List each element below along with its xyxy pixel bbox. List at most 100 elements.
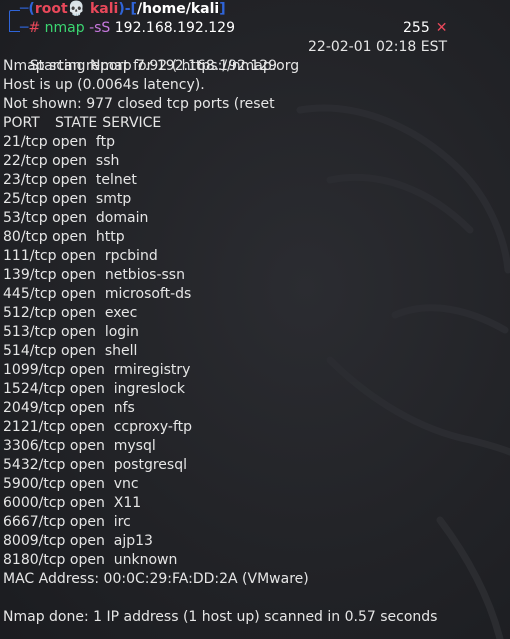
port-state: open <box>60 286 96 302</box>
port-number: 445/tcp <box>3 286 57 302</box>
output-line-mac: MAC Address: 00:0C:29:FA:DD:2A (VMware) <box>3 571 309 587</box>
port-state: open <box>69 533 105 549</box>
port-state: open <box>52 172 88 188</box>
port-row: 22/tcp open ssh <box>3 152 508 171</box>
port-number: 3306/tcp <box>3 438 66 454</box>
port-state: open <box>69 381 105 397</box>
port-number: 111/tcp <box>3 248 57 264</box>
port-number: 512/tcp <box>3 305 57 321</box>
port-service: irc <box>113 514 131 530</box>
port-row: 80/tcp open http <box>3 228 508 247</box>
port-number: 23/tcp <box>3 172 48 188</box>
port-number: 8180/tcp <box>3 552 66 568</box>
port-number: 6667/tcp <box>3 514 66 530</box>
port-number: 53/tcp <box>3 210 48 226</box>
command-target: 192.168.192.129 <box>114 20 235 36</box>
terminal-output: ─(root💀 kali)-[/home/kali] ─# nmap -sS 1… <box>3 0 508 627</box>
port-row: 21/tcp open ftp <box>3 133 508 152</box>
port-row: 23/tcp open telnet <box>3 171 508 190</box>
port-number: 5432/tcp <box>3 457 66 473</box>
port-service: rpcbind <box>104 248 158 264</box>
command-line[interactable]: ─# nmap -sS 192.168.192.129 255 ✕ <box>3 19 508 38</box>
port-row: 5432/tcp open postgresql <box>3 456 508 475</box>
port-state: open <box>60 248 96 264</box>
port-number: 80/tcp <box>3 229 48 245</box>
port-number: 2121/tcp <box>3 419 66 435</box>
output-line-starting: Starting Nmap 7.92 ( https://nmap.org 22… <box>29 39 448 74</box>
port-service: vnc <box>113 476 139 492</box>
port-row: 6000/tcp open X11 <box>3 494 508 513</box>
port-state: open <box>52 153 88 169</box>
prompt-path: /home/kali <box>136 1 220 17</box>
port-row: 5900/tcp open vnc <box>3 475 508 494</box>
prompt-user: root <box>34 1 68 17</box>
port-table-header: PORT STATE SERVICE <box>3 114 508 133</box>
prompt-symbol: # <box>28 20 41 36</box>
header-service: SERVICE <box>102 115 162 131</box>
port-state: open <box>69 362 105 378</box>
output-line-report: Nmap scan report for 192.168.192.129 <box>3 58 278 74</box>
port-service: exec <box>104 305 138 321</box>
port-service: nfs <box>113 400 135 416</box>
port-row: 3306/tcp open mysql <box>3 437 508 456</box>
port-state: open <box>52 191 88 207</box>
output-date-fragment: 22-02-01 02:18 EST <box>308 39 448 55</box>
port-row: 139/tcp open netbios-ssn <box>3 266 508 285</box>
port-table: 21/tcp open ftp 22/tcp open ssh 23/tcp ope… <box>3 133 508 570</box>
port-service: netbios-ssn <box>104 267 185 283</box>
port-number: 514/tcp <box>3 343 57 359</box>
port-service: shell <box>104 343 138 359</box>
port-service: postgresql <box>113 457 187 473</box>
output-line-not-shown: Not shown: 977 closed tcp ports (reset <box>3 96 275 112</box>
port-row: 1099/tcp open rmiregistry <box>3 361 508 380</box>
port-number: 513/tcp <box>3 324 57 340</box>
port-row: 512/tcp open exec <box>3 304 508 323</box>
port-service: microsoft-ds <box>104 286 192 302</box>
port-state: open <box>52 134 88 150</box>
exit-code: 255 <box>403 20 430 36</box>
exit-status: 255 ✕ <box>403 19 447 38</box>
port-state: open <box>60 305 96 321</box>
port-service: ssh <box>95 153 120 169</box>
port-service: ajp13 <box>113 533 153 549</box>
port-state: open <box>69 457 105 473</box>
port-state: open <box>69 514 105 530</box>
output-line-done: Nmap done: 1 IP address (1 host up) scan… <box>3 609 438 625</box>
port-row: 1524/tcp open ingreslock <box>3 380 508 399</box>
port-row: 514/tcp open shell <box>3 342 508 361</box>
port-service: unknown <box>113 552 178 568</box>
command-flag: -sS <box>89 20 111 36</box>
port-state: open <box>69 552 105 568</box>
terminal-window[interactable]: ─(root💀 kali)-[/home/kali] ─# nmap -sS 1… <box>0 0 510 639</box>
port-number: 5900/tcp <box>3 476 66 492</box>
port-state: open <box>60 324 96 340</box>
port-number: 2049/tcp <box>3 400 66 416</box>
port-row: 6667/tcp open irc <box>3 513 508 532</box>
port-number: 25/tcp <box>3 191 48 207</box>
port-state: open <box>69 419 105 435</box>
port-row: 513/tcp open login <box>3 323 508 342</box>
port-service: ingreslock <box>113 381 185 397</box>
port-state: open <box>60 343 96 359</box>
port-row: 25/tcp open smtp <box>3 190 508 209</box>
prompt-host: kali <box>89 1 119 17</box>
port-state: open <box>69 438 105 454</box>
command-name: nmap <box>44 20 85 36</box>
port-number: 8009/tcp <box>3 533 66 549</box>
port-number: 1099/tcp <box>3 362 66 378</box>
port-row: 111/tcp open rpcbind <box>3 247 508 266</box>
port-number: 21/tcp <box>3 134 48 150</box>
port-state: open <box>60 267 96 283</box>
prompt-line: ─(root💀 kali)-[/home/kali] <box>3 0 508 32</box>
port-number: 22/tcp <box>3 153 48 169</box>
port-state: open <box>52 229 88 245</box>
port-row: 445/tcp open microsoft-ds <box>3 285 508 304</box>
port-state: open <box>69 400 105 416</box>
port-row: 2049/tcp open nfs <box>3 399 508 418</box>
port-service: ftp <box>95 134 115 150</box>
port-row: 53/tcp open domain <box>3 209 508 228</box>
port-service: rmiregistry <box>113 362 191 378</box>
port-row: 8180/tcp open unknown <box>3 551 508 570</box>
port-state: open <box>52 210 88 226</box>
error-x-icon: ✕ <box>435 20 448 36</box>
